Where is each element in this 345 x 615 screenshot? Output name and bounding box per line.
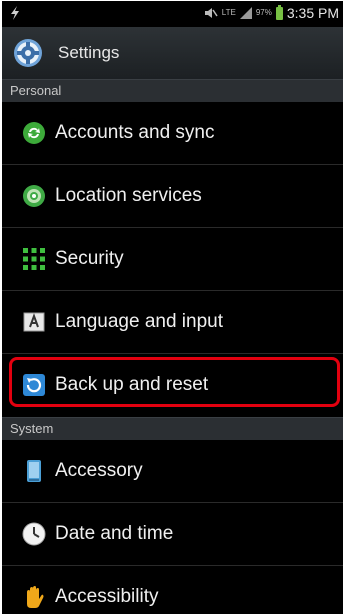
- signal-icon: [239, 7, 252, 19]
- item-label: Accounts and sync: [55, 122, 215, 143]
- action-bar: Settings: [2, 27, 343, 79]
- security-grid-icon: [23, 248, 45, 270]
- clock-icon: [22, 522, 46, 546]
- battery-icon: [275, 4, 283, 20]
- settings-item-date-and-time[interactable]: Date and time: [2, 503, 343, 566]
- section-header-system: System: [2, 417, 343, 440]
- settings-screen: LTE 97% 3:35 PM Settings Personal Accoun…: [2, 1, 343, 614]
- settings-item-language-and-input[interactable]: Language and input: [2, 291, 343, 354]
- sync-icon: [23, 122, 45, 144]
- page-title: Settings: [58, 43, 120, 62]
- usb-icon: [11, 6, 19, 20]
- settings-item-accessory[interactable]: Accessory: [2, 440, 343, 503]
- item-label: Back up and reset: [55, 374, 209, 395]
- section-label: Personal: [10, 83, 62, 98]
- language-icon: [23, 312, 45, 332]
- location-icon: [23, 185, 45, 207]
- clock: 3:35 PM: [286, 5, 339, 21]
- item-label: Security: [55, 248, 124, 269]
- status-bar: LTE 97% 3:35 PM: [2, 1, 343, 25]
- item-label: Location services: [55, 185, 202, 206]
- settings-item-security[interactable]: Security: [2, 228, 343, 291]
- item-label: Language and input: [55, 311, 223, 332]
- network-type: LTE: [221, 8, 236, 17]
- mute-icon: [204, 8, 218, 18]
- accessory-icon: [27, 460, 41, 482]
- settings-item-back-up-and-reset[interactable]: Back up and reset: [2, 354, 343, 416]
- settings-item-accessibility[interactable]: Accessibility: [2, 566, 343, 614]
- settings-item-accounts-and-sync[interactable]: Accounts and sync: [2, 102, 343, 165]
- item-label: Accessibility: [55, 586, 159, 607]
- item-label: Date and time: [55, 523, 174, 544]
- battery-percent: 97%: [255, 8, 272, 17]
- item-label: Accessory: [55, 460, 143, 481]
- hand-icon: [27, 586, 44, 608]
- section-label: System: [10, 421, 54, 436]
- settings-item-location-services[interactable]: Location services: [2, 165, 343, 228]
- backup-reset-icon: [23, 374, 45, 396]
- section-header-personal: Personal: [2, 79, 343, 102]
- settings-gear-icon[interactable]: [12, 37, 44, 69]
